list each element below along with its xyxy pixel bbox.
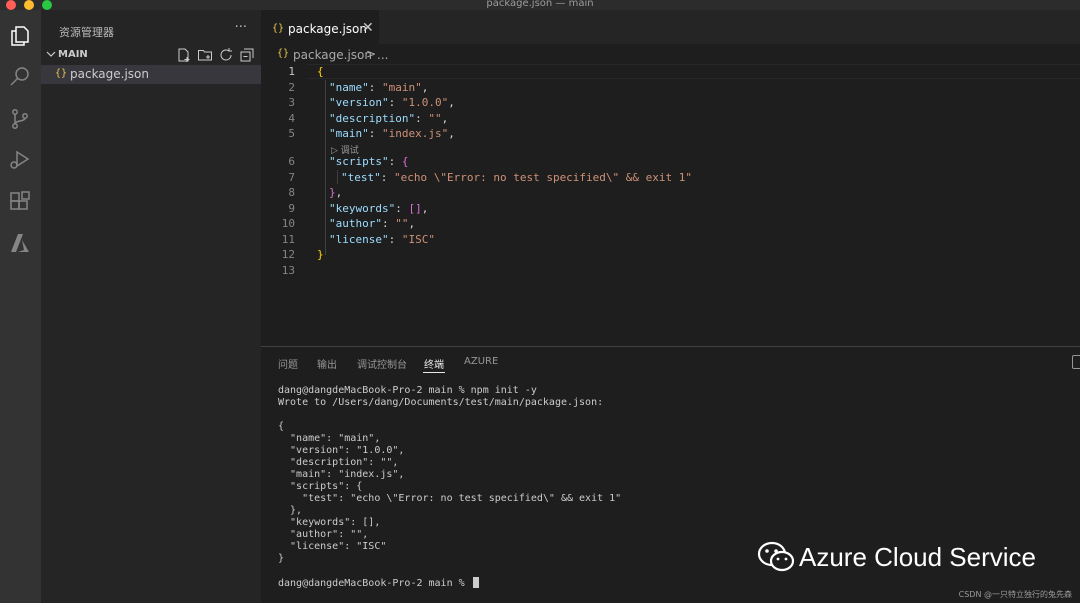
tab-package-json[interactable]: {} package.json ✕ bbox=[261, 10, 379, 44]
code-editor[interactable]: 1 2 3 4 5 6 7 8 9 10 11 12 13 { "name": … bbox=[261, 64, 1080, 344]
extensions-icon[interactable] bbox=[8, 190, 32, 214]
terminal-cursor bbox=[472, 577, 479, 588]
code-line: "test": "echo \"Error: no test specified… bbox=[341, 171, 693, 184]
code-line: { bbox=[317, 65, 324, 78]
code-line: "keywords": [], bbox=[329, 202, 429, 215]
tab-output[interactable]: 输出 bbox=[317, 356, 337, 371]
line-number: 3 bbox=[288, 96, 295, 109]
sidebar-title: 资源管理器 bbox=[59, 26, 114, 39]
code-line: "description": "", bbox=[329, 112, 449, 125]
source-control-icon[interactable] bbox=[8, 107, 32, 131]
tab-problems[interactable]: 问题 bbox=[278, 356, 298, 371]
code-line: "name": "main", bbox=[329, 81, 429, 94]
file-item-package-json[interactable]: {} package.json bbox=[41, 65, 261, 84]
title-bar: package.json — main bbox=[0, 0, 1080, 10]
credit-text: CSDN @一只特立独行的兔先森 bbox=[958, 590, 1072, 599]
tab-label: package.json bbox=[288, 22, 368, 36]
active-tab-indicator bbox=[423, 372, 445, 373]
line-number: 2 bbox=[288, 81, 295, 94]
json-file-icon: {} bbox=[277, 48, 290, 59]
editor-tab-bar: {} package.json ✕ bbox=[261, 10, 1080, 44]
line-number: 4 bbox=[288, 112, 295, 125]
code-line: "version": "1.0.0", bbox=[329, 96, 455, 109]
line-number: 13 bbox=[281, 264, 295, 277]
panel-tabs: 问题 输出 调试控制台 终端 AZURE bbox=[261, 347, 1080, 377]
activity-bar bbox=[0, 10, 41, 603]
line-number: 9 bbox=[288, 202, 295, 215]
explorer-icon[interactable] bbox=[8, 24, 32, 48]
breadcrumb-symbols[interactable]: ... bbox=[377, 48, 388, 62]
line-number: 5 bbox=[288, 127, 295, 140]
search-icon[interactable] bbox=[8, 65, 32, 89]
line-number: 12 bbox=[281, 248, 295, 261]
indent-guide bbox=[337, 170, 338, 184]
breadcrumb-file[interactable]: package.json bbox=[293, 48, 372, 62]
new-folder-icon[interactable] bbox=[197, 47, 213, 63]
wechat-logo-icon bbox=[757, 541, 795, 572]
explorer-sidebar: 资源管理器 ··· MAIN {} package.json bbox=[41, 10, 261, 603]
tab-azure[interactable]: AZURE bbox=[464, 356, 498, 367]
code-line: }, bbox=[329, 186, 343, 199]
azure-icon[interactable] bbox=[8, 231, 32, 255]
new-file-icon[interactable] bbox=[176, 47, 192, 63]
file-name: package.json bbox=[70, 67, 150, 81]
json-file-icon: {} bbox=[272, 23, 285, 34]
code-line: } bbox=[317, 248, 324, 261]
folder-label: MAIN bbox=[58, 49, 88, 60]
code-line: "scripts": { bbox=[329, 155, 409, 168]
tab-terminal[interactable]: 终端 bbox=[424, 356, 444, 371]
breadcrumb: {} package.json > ... bbox=[261, 44, 1080, 66]
breadcrumb-separator: > bbox=[366, 47, 377, 61]
chevron-down-icon bbox=[45, 48, 57, 60]
run-debug-icon[interactable] bbox=[8, 148, 32, 172]
line-number: 8 bbox=[288, 186, 295, 199]
current-line-highlight bbox=[307, 64, 1080, 79]
line-number: 11 bbox=[281, 233, 295, 246]
maximize-panel-icon[interactable] bbox=[1072, 355, 1080, 369]
folder-actions bbox=[176, 47, 255, 63]
terminal-prompt: dang@dangdeMacBook-Pro-2 main % bbox=[278, 578, 471, 589]
line-number: 7 bbox=[288, 171, 295, 184]
terminal-output: dang@dangdeMacBook-Pro-2 main % npm init… bbox=[278, 385, 622, 564]
more-actions-button[interactable]: ··· bbox=[235, 20, 247, 35]
indent-guide bbox=[325, 80, 326, 255]
line-number: 10 bbox=[281, 217, 295, 230]
code-line: "author": "", bbox=[329, 217, 416, 230]
collapse-all-icon[interactable] bbox=[239, 47, 255, 63]
code-line: "main": "index.js", bbox=[329, 127, 455, 140]
watermark: Azure Cloud Service bbox=[757, 538, 1036, 576]
terminal[interactable]: dang@dangdeMacBook-Pro-2 main % npm init… bbox=[278, 385, 621, 590]
close-icon[interactable]: ✕ bbox=[362, 20, 374, 36]
json-file-icon: {} bbox=[55, 68, 68, 79]
line-number: 6 bbox=[288, 155, 295, 168]
code-line: "license": "ISC" bbox=[329, 233, 435, 246]
line-number: 1 bbox=[288, 65, 295, 78]
tab-debug-console[interactable]: 调试控制台 bbox=[357, 356, 407, 371]
refresh-icon[interactable] bbox=[218, 47, 234, 63]
folder-section-main[interactable]: MAIN bbox=[41, 46, 261, 64]
window-title: package.json — main bbox=[486, 0, 594, 9]
watermark-text: Azure Cloud Service bbox=[799, 541, 1036, 572]
